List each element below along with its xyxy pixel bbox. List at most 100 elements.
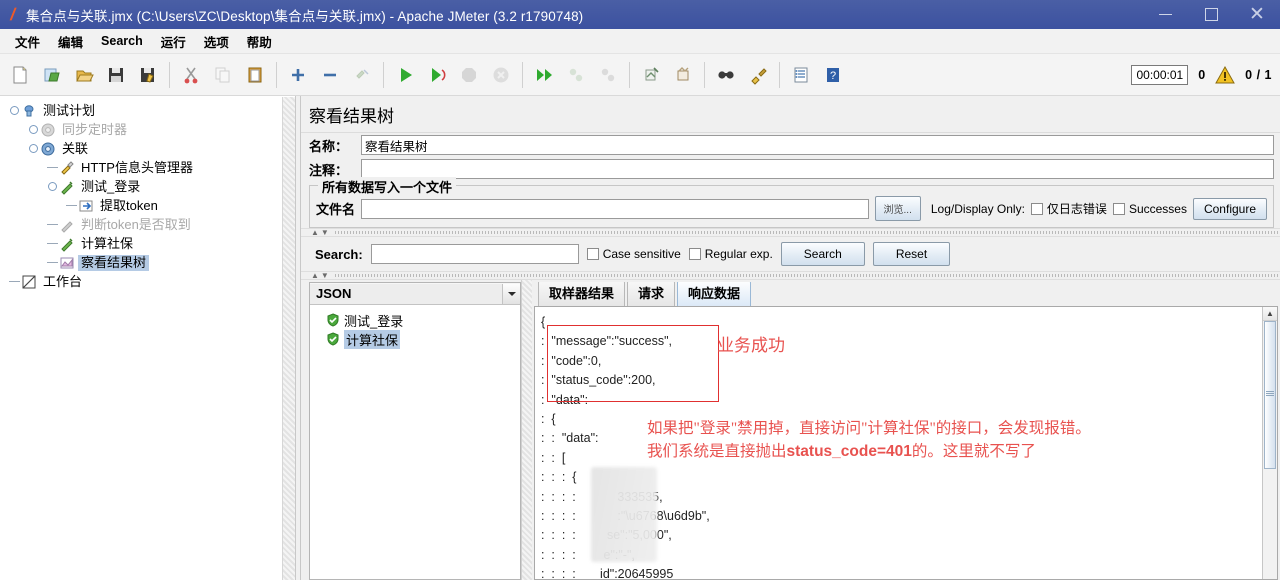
shutdown-icon[interactable]	[486, 60, 516, 90]
splitter-up-arrow-icon[interactable]: ▲	[311, 271, 319, 280]
menu-search[interactable]: Search	[92, 31, 152, 51]
tree-expand-handle[interactable]	[29, 144, 38, 153]
browse-button[interactable]: 浏览...	[874, 196, 921, 221]
case-sensitive-checkbox[interactable]: Case sensitive	[586, 247, 681, 261]
results-tree-scrollbar[interactable]	[521, 280, 532, 580]
search-icon[interactable]	[711, 60, 741, 90]
search-reset-icon[interactable]	[743, 60, 773, 90]
save-as-icon[interactable]	[133, 60, 163, 90]
renderer-combobox[interactable]: JSON	[310, 283, 520, 305]
checkbox-box[interactable]	[586, 248, 599, 260]
tree-node-handle[interactable]	[46, 243, 59, 244]
comment-input[interactable]	[361, 159, 1274, 179]
tree-expand-handle[interactable]	[29, 125, 38, 134]
configure-button[interactable]: Configure	[1192, 197, 1267, 220]
collapse-icon[interactable]	[315, 60, 345, 90]
start-remote-icon[interactable]	[529, 60, 559, 90]
reset-button[interactable]: Reset	[872, 242, 951, 266]
tree-node-handle[interactable]	[46, 262, 59, 263]
tree-node[interactable]: 察看结果树	[0, 253, 295, 272]
tree-node-handle[interactable]	[46, 167, 59, 168]
tree-node-handle[interactable]	[46, 224, 59, 225]
tree-node[interactable]: 测试_登录	[0, 177, 295, 196]
horizontal-splitter-bottom[interactable]: ▲ ▼	[301, 271, 1280, 280]
result-list-item[interactable]: 计算社保	[316, 330, 520, 349]
toggle-icon[interactable]	[347, 60, 377, 90]
response-vertical-scrollbar[interactable]: ▲	[1262, 307, 1277, 579]
name-input[interactable]	[361, 135, 1274, 155]
filename-input[interactable]	[361, 198, 869, 219]
cut-icon[interactable]	[176, 60, 206, 90]
search-input[interactable]	[370, 244, 579, 264]
copy-icon[interactable]	[208, 60, 238, 90]
response-tab-2[interactable]: 响应数据	[677, 282, 752, 306]
help-icon[interactable]: ?	[818, 60, 848, 90]
save-icon[interactable]	[101, 60, 131, 90]
result-list-item[interactable]: 测试_登录	[316, 311, 520, 330]
tree-node[interactable]: 提取token	[0, 196, 295, 215]
clear-all-icon[interactable]	[668, 60, 698, 90]
paste-icon[interactable]	[240, 60, 270, 90]
response-data-body[interactable]: {: "message":"success",: "code":0,: "sta…	[534, 306, 1278, 580]
tree-node[interactable]: 关联	[0, 139, 295, 158]
menu-options[interactable]: 选项	[195, 29, 238, 54]
regular-exp-label: Regular exp.	[704, 247, 773, 261]
shutdown-remote-icon[interactable]	[593, 60, 623, 90]
test-plan-tree[interactable]: 测试计划同步定时器 关联 HTTP信息头管理器测试_登录 提取token 判断token…	[0, 96, 295, 580]
chevron-down-icon[interactable]	[502, 283, 520, 304]
splitter-up-arrow-icon[interactable]: ▲	[311, 228, 319, 237]
redacted-region	[591, 467, 657, 562]
menu-run[interactable]: 运行	[152, 29, 195, 54]
stop-remote-icon[interactable]	[561, 60, 591, 90]
start-no-pause-icon[interactable]	[422, 60, 452, 90]
splitter-down-arrow-icon[interactable]: ▼	[321, 271, 329, 280]
horizontal-splitter-top[interactable]: ▲ ▼	[301, 228, 1280, 237]
tree-node[interactable]: 判断token是否取到	[0, 215, 295, 234]
tree-node-handle[interactable]	[8, 281, 21, 282]
start-icon[interactable]	[390, 60, 420, 90]
tree-node[interactable]: 工作台	[0, 272, 295, 291]
tree-node-handle[interactable]	[8, 106, 21, 115]
regular-exp-checkbox[interactable]: Regular exp.	[688, 247, 773, 261]
response-tab-1[interactable]: 请求	[627, 282, 676, 306]
tree-node[interactable]: 同步定时器	[0, 120, 295, 139]
minimize-button[interactable]	[1142, 0, 1188, 29]
expand-icon[interactable]	[283, 60, 313, 90]
menu-help[interactable]: 帮助	[238, 29, 281, 54]
tree-node[interactable]: 计算社保	[0, 234, 295, 253]
stop-icon[interactable]	[454, 60, 484, 90]
sampler-results-list[interactable]: 测试_登录 计算社保	[310, 305, 520, 579]
tree-node-handle[interactable]	[65, 205, 78, 206]
tree-node-label: HTTP信息头管理器	[81, 159, 193, 175]
scroll-up-arrow-icon[interactable]: ▲	[1263, 307, 1277, 321]
tree-node[interactable]: 测试计划	[0, 101, 295, 120]
checkbox-box[interactable]	[1030, 202, 1043, 215]
checkbox-box[interactable]	[1112, 202, 1125, 215]
templates-icon[interactable]	[37, 60, 67, 90]
tree-node-label: 测试计划	[43, 102, 96, 118]
tree-node-handle[interactable]	[27, 144, 40, 153]
successes-checkbox[interactable]: Successes	[1112, 202, 1187, 216]
response-tab-0[interactable]: 取样器结果	[538, 282, 626, 306]
search-button[interactable]: Search	[780, 242, 865, 266]
tree-node[interactable]: HTTP信息头管理器	[0, 158, 295, 177]
maximize-button[interactable]	[1188, 0, 1234, 29]
extractor-icon	[78, 198, 94, 214]
errors-only-checkbox[interactable]: 仅日志错误	[1030, 200, 1107, 217]
warning-triangle-icon[interactable]	[1215, 65, 1236, 84]
menu-file[interactable]: 文件	[6, 29, 49, 54]
close-button[interactable]: ✕	[1234, 0, 1280, 29]
checkbox-box[interactable]	[688, 248, 701, 260]
tree-vertical-scrollbar[interactable]	[282, 97, 295, 580]
scrollbar-grip	[1266, 391, 1274, 396]
open-icon[interactable]	[69, 60, 99, 90]
tree-node-handle[interactable]	[27, 125, 40, 134]
tree-node-handle[interactable]	[46, 182, 59, 191]
tree-expand-handle[interactable]	[48, 182, 57, 191]
function-helper-icon[interactable]	[786, 60, 816, 90]
clear-icon[interactable]	[636, 60, 666, 90]
tree-expand-handle[interactable]	[10, 106, 19, 115]
menu-edit[interactable]: 编辑	[49, 29, 92, 54]
new-icon[interactable]	[5, 60, 35, 90]
splitter-down-arrow-icon[interactable]: ▼	[321, 228, 329, 237]
